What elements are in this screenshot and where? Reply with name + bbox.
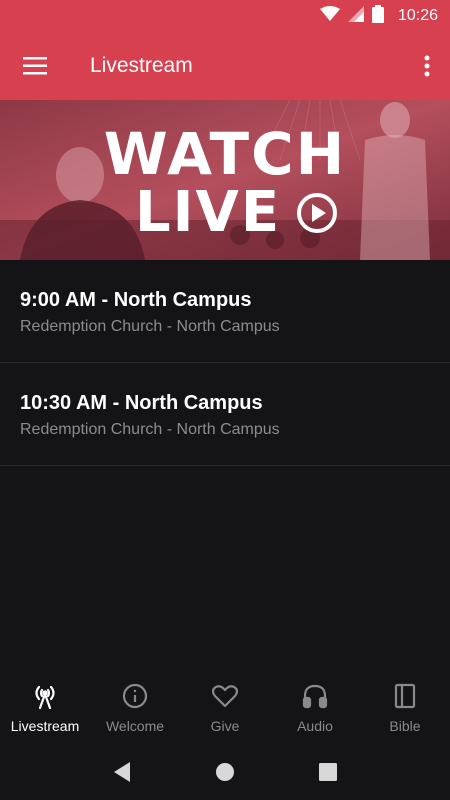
banner-live-row: LIVE [135, 180, 339, 245]
broadcast-icon [31, 682, 59, 710]
banner-overlay: WATCH LIVE [0, 100, 450, 260]
nav-item-livestream[interactable]: Livestream [0, 672, 90, 744]
nav-label: Bible [389, 718, 421, 734]
cell-signal-icon [347, 5, 364, 27]
wifi-icon [319, 5, 340, 27]
status-time: 10:26 [397, 7, 438, 24]
watch-live-banner[interactable]: WATCH LIVE [0, 100, 450, 260]
banner-watch-text: WATCH [103, 120, 347, 188]
nav-item-audio[interactable]: Audio [270, 672, 360, 744]
back-triangle-icon [113, 762, 130, 782]
nav-label: Welcome [105, 718, 165, 734]
nav-item-welcome[interactable]: Welcome [90, 672, 180, 744]
stream-title: 9:00 AM - North Campus [20, 289, 252, 311]
hamburger-menu-button[interactable] [0, 32, 70, 100]
banner-live-text: LIVE [135, 180, 282, 245]
nav-label: Give [210, 718, 240, 734]
status-bar: 10:26 [0, 0, 450, 32]
recents-button[interactable] [308, 752, 348, 792]
stream-list: 9:00 AM - North Campus Redemption Church… [0, 260, 450, 466]
app-bar: Livestream [0, 32, 450, 100]
page-title: Livestream [90, 54, 193, 77]
nav-item-give[interactable]: Give [180, 672, 270, 744]
info-icon [121, 682, 149, 710]
recents-square-icon [319, 763, 338, 781]
play-circle-icon [297, 192, 338, 233]
nav-item-bible[interactable]: Bible [360, 672, 450, 744]
book-icon [391, 682, 419, 710]
stream-title: 10:30 AM - North Campus [20, 392, 263, 414]
nav-label: Livestream [10, 718, 80, 734]
home-circle-icon [215, 763, 234, 781]
back-button[interactable] [102, 752, 142, 792]
battery-icon [371, 4, 384, 28]
hamburger-icon [23, 57, 47, 75]
system-navigation-bar [0, 744, 450, 800]
stream-list-item[interactable]: 10:30 AM - North Campus Redemption Churc… [0, 363, 450, 466]
home-button[interactable] [205, 752, 245, 792]
bottom-navigation: Livestream Welcome Give Audio Bible [0, 672, 450, 744]
heart-icon [211, 682, 239, 710]
stream-subtitle: Redemption Church - North Campus [20, 318, 280, 335]
stream-list-item[interactable]: 9:00 AM - North Campus Redemption Church… [0, 260, 450, 363]
stream-subtitle: Redemption Church - North Campus [20, 421, 280, 438]
more-vert-icon [424, 55, 430, 77]
nav-label: Audio [297, 718, 333, 734]
overflow-menu-button[interactable] [404, 32, 450, 100]
headphones-icon [301, 682, 329, 710]
